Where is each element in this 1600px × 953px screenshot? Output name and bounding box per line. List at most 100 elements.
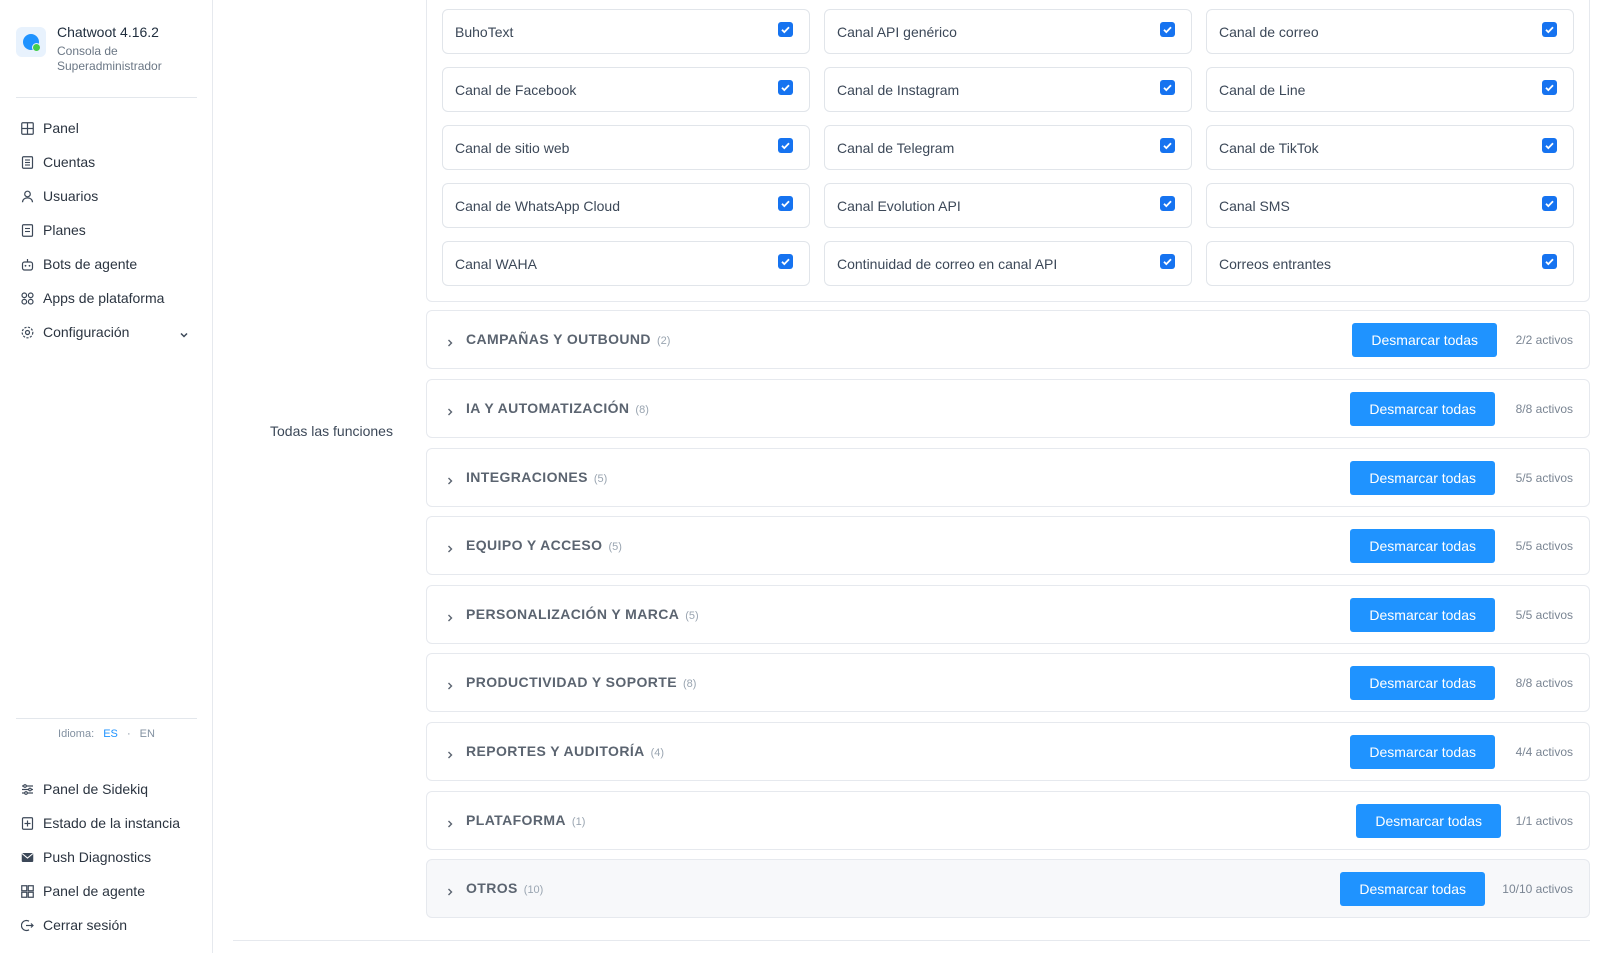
chevron-down-icon[interactable]	[179, 327, 189, 343]
category-title: PERSONALIZACIÓN Y MARCA (5)	[466, 606, 699, 622]
chevron-right-icon[interactable]	[445, 884, 455, 902]
feature-card[interactable]: Continuidad de correo en canal API	[824, 241, 1192, 286]
chevron-right-icon[interactable]	[445, 816, 455, 834]
category-ia-y-automatizacion[interactable]: IA Y AUTOMATIZACIÓN (8) Desmarcar todas 8…	[426, 379, 1590, 438]
feature-checkbox[interactable]	[778, 80, 793, 95]
sidebar-item-cuentas[interactable]: Cuentas	[16, 145, 197, 179]
category-title: INTEGRACIONES (5)	[466, 469, 608, 485]
feature-card[interactable]: Canal de sitio web	[442, 125, 810, 170]
sidebar-item-panel[interactable]: Panel	[16, 111, 197, 145]
sidebar-item-label: Bots de agente	[43, 256, 138, 272]
category-otros[interactable]: OTROS (10) Desmarcar todas 10/10 activos	[426, 859, 1590, 918]
feature-checkbox[interactable]	[1160, 80, 1175, 95]
chevron-right-icon[interactable]	[445, 678, 455, 696]
feature-card[interactable]: Canal SMS	[1206, 183, 1574, 228]
feature-card[interactable]: Canal Evolution API	[824, 183, 1192, 228]
logout-icon	[20, 918, 34, 932]
chevron-right-icon[interactable]	[445, 473, 455, 491]
uncheck-all-button[interactable]: Desmarcar todas	[1350, 529, 1495, 563]
uncheck-all-button[interactable]: Desmarcar todas	[1356, 804, 1501, 838]
feature-card[interactable]: Canal de TikTok	[1206, 125, 1574, 170]
feature-checkbox[interactable]	[1542, 196, 1557, 211]
feature-checkbox[interactable]	[778, 196, 793, 211]
sidebar-item-planes[interactable]: Planes	[16, 213, 197, 247]
active-count-status: 5/5 activos	[1515, 608, 1573, 622]
bot-icon	[20, 257, 34, 271]
user-icon	[20, 189, 34, 203]
category-reportes-y-auditoria[interactable]: REPORTES Y AUDITORÍA (4) Desmarcar todas …	[426, 722, 1590, 781]
dashboard-icon	[20, 884, 34, 898]
chevron-right-icon[interactable]	[445, 747, 455, 765]
feature-label: Canal de Facebook	[455, 82, 577, 98]
sidebar-item-apps-de-plataforma[interactable]: Apps de plataforma	[16, 281, 197, 315]
sidebar-item-estado-de-la-instancia[interactable]: Estado de la instancia	[16, 806, 197, 840]
feature-card[interactable]: Correos entrantes	[1206, 241, 1574, 286]
feature-card[interactable]: Canal de Line	[1206, 67, 1574, 112]
category-count: (2)	[656, 335, 671, 347]
sidebar-item-push-diagnostics[interactable]: Push Diagnostics	[16, 840, 197, 874]
feature-label: Canal de WhatsApp Cloud	[455, 198, 620, 214]
feature-checkbox[interactable]	[778, 138, 793, 153]
feature-card[interactable]: Canal de WhatsApp Cloud	[442, 183, 810, 228]
language-option-en[interactable]: EN	[140, 728, 155, 740]
feature-checkbox[interactable]	[1542, 22, 1557, 37]
feature-card[interactable]: Canal API genérico	[824, 9, 1192, 54]
sidebar-item-bots-de-agente[interactable]: Bots de agente	[16, 247, 197, 281]
feature-label: Canal de Telegram	[837, 140, 955, 156]
mail-icon	[20, 850, 34, 864]
feature-checkbox[interactable]	[1160, 254, 1175, 269]
category-title: EQUIPO Y ACCESO (5)	[466, 537, 622, 553]
feature-label: Canal SMS	[1219, 198, 1290, 214]
feature-checkbox[interactable]	[778, 22, 793, 37]
feature-checkbox[interactable]	[1542, 138, 1557, 153]
uncheck-all-button[interactable]: Desmarcar todas	[1350, 392, 1495, 426]
feature-checkbox[interactable]	[778, 254, 793, 269]
category-equipo-y-acceso[interactable]: EQUIPO Y ACCESO (5) Desmarcar todas 5/5 a…	[426, 516, 1590, 575]
receipt-icon	[20, 223, 34, 237]
sidebar-item-panel-de-agente[interactable]: Panel de agente	[16, 874, 197, 908]
feature-card[interactable]: BuhoText	[442, 9, 810, 54]
feature-label: Continuidad de correo en canal API	[837, 256, 1058, 272]
sidebar-item-configuracion[interactable]: Configuración	[16, 315, 197, 349]
uncheck-all-button[interactable]: Desmarcar todas	[1350, 666, 1495, 700]
uncheck-all-button[interactable]: Desmarcar todas	[1350, 598, 1495, 632]
category-integraciones[interactable]: INTEGRACIONES (5) Desmarcar todas 5/5 act…	[426, 448, 1590, 507]
uncheck-all-button[interactable]: Desmarcar todas	[1350, 461, 1495, 495]
uncheck-all-button[interactable]: Desmarcar todas	[1340, 872, 1485, 906]
sidebar-item-panel-de-sidekiq[interactable]: Panel de Sidekiq	[16, 772, 197, 806]
category-count: (5)	[608, 541, 622, 553]
feature-card[interactable]: Canal de Facebook	[442, 67, 810, 112]
uncheck-all-button[interactable]: Desmarcar todas	[1352, 323, 1497, 357]
language-option-es[interactable]: ES	[103, 728, 118, 740]
feature-card[interactable]: Canal WAHA	[442, 241, 810, 286]
chevron-right-icon[interactable]	[445, 335, 455, 353]
category-title: CAMPAÑAS Y OUTBOUND (2)	[466, 331, 671, 347]
feature-checkbox[interactable]	[1542, 80, 1557, 95]
feature-card[interactable]: Canal de correo	[1206, 9, 1574, 54]
feature-checkbox[interactable]	[1160, 196, 1175, 211]
category-productividad-y-soporte[interactable]: PRODUCTIVIDAD Y SOPORTE (8) Desmarcar tod…	[426, 653, 1590, 712]
feature-checkbox[interactable]	[1160, 138, 1175, 153]
gear-icon	[20, 325, 34, 339]
category-count: (1)	[571, 816, 586, 828]
feature-checkbox[interactable]	[1160, 22, 1175, 37]
feature-card[interactable]: Canal de Instagram	[824, 67, 1192, 112]
category-personalizacion-y-marca[interactable]: PERSONALIZACIÓN Y MARCA (5) Desmarcar tod…	[426, 585, 1590, 644]
chevron-right-icon[interactable]	[445, 610, 455, 628]
chevron-right-icon[interactable]	[445, 404, 455, 422]
feature-checkbox[interactable]	[1542, 254, 1557, 269]
feature-label: BuhoText	[455, 24, 514, 40]
feature-card[interactable]: Canal de Telegram	[824, 125, 1192, 170]
chevron-right-icon[interactable]	[445, 541, 455, 559]
uncheck-all-button[interactable]: Desmarcar todas	[1350, 735, 1495, 769]
sidebar-item-cerrar-sesion[interactable]: Cerrar sesión	[16, 908, 197, 942]
category-count: (10)	[523, 884, 544, 896]
app-subtitle: Consola de Superadministrador	[57, 44, 162, 73]
all-features-label: Todas las funciones	[270, 423, 393, 439]
category-campanas-y-outbound[interactable]: CAMPAÑAS Y OUTBOUND (2) Desmarcar todas 2…	[426, 310, 1590, 369]
sidebar-item-usuarios[interactable]: Usuarios	[16, 179, 197, 213]
active-count-status: 10/10 activos	[1502, 882, 1573, 896]
feature-label: Canal de Line	[1219, 82, 1306, 98]
chatwoot-logo-icon	[16, 27, 46, 57]
category-plataforma[interactable]: PLATAFORMA (1) Desmarcar todas 1/1 activo…	[426, 791, 1590, 850]
